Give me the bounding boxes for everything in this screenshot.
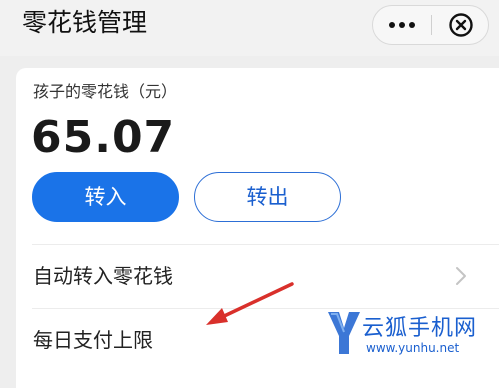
watermark-name: 云狐手机网	[362, 316, 478, 341]
daily-limit-label: 每日支付上限	[33, 328, 153, 352]
auto-transfer-label: 自动转入零花钱	[33, 264, 173, 288]
more-button[interactable]	[373, 6, 431, 44]
page-title: 零花钱管理	[22, 8, 148, 37]
close-button[interactable]	[432, 6, 489, 44]
watermark-logo-icon	[328, 312, 360, 354]
close-circle-icon	[448, 13, 473, 37]
nav-bar: 零花钱管理	[0, 0, 499, 56]
mini-program-capsule	[372, 5, 489, 45]
watermark-url: www.yunhu.net	[366, 341, 460, 355]
balance-label: 孩子的零花钱（元）	[33, 82, 178, 101]
watermark: 云狐手机网 www.yunhu.net	[325, 308, 499, 374]
annotation-arrow-icon	[206, 282, 294, 325]
transfer-in-button[interactable]: 转入	[32, 172, 179, 222]
chevron-right-icon	[456, 267, 466, 285]
more-dots-icon	[389, 22, 415, 28]
transfer-out-button[interactable]: 转出	[194, 172, 341, 222]
balance-amount: 65.07	[31, 112, 176, 163]
